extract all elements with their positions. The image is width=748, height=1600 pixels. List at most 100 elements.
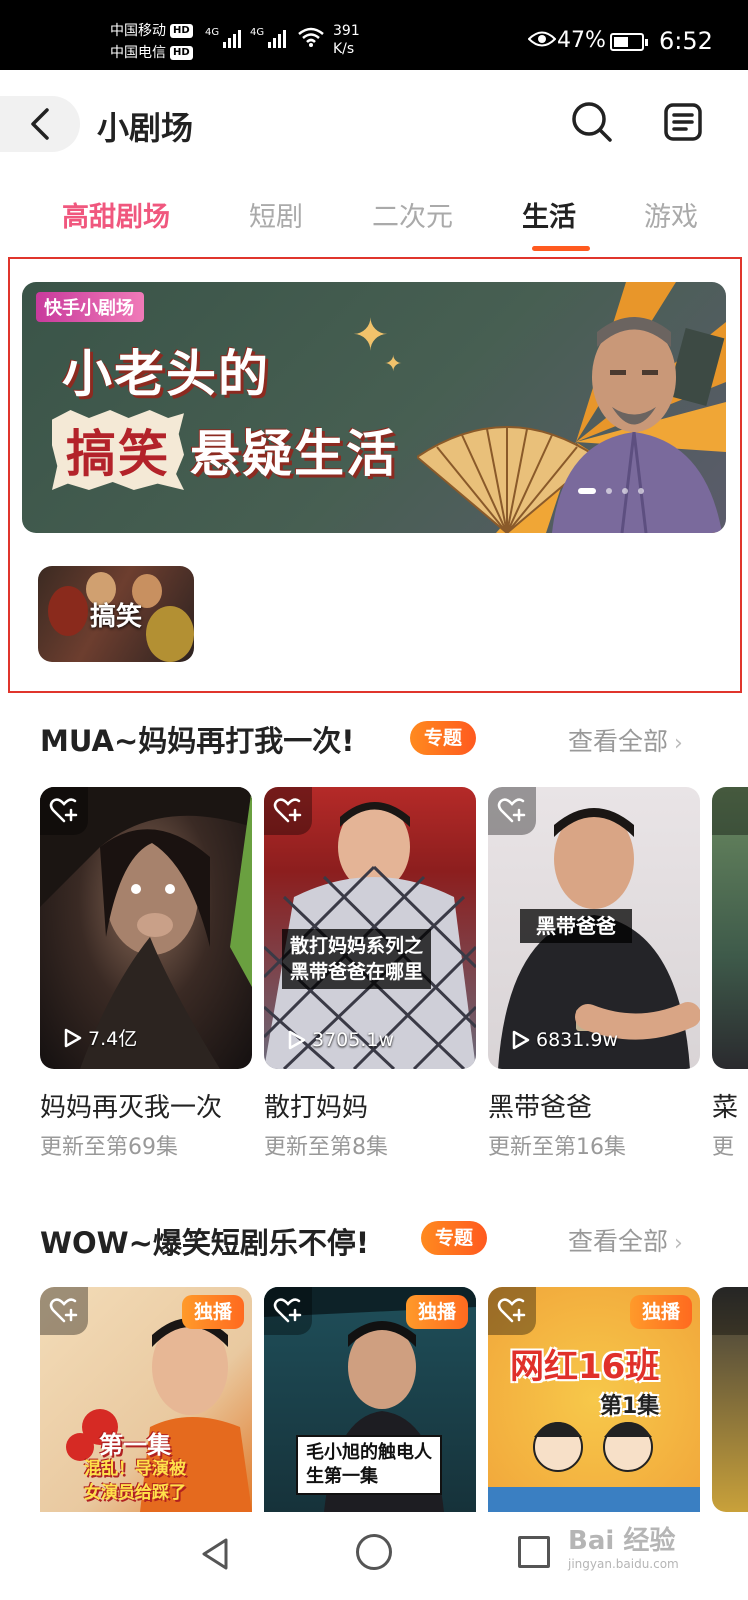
category-tag-card[interactable]: 搞笑 <box>38 566 194 662</box>
drama-card[interactable]: 独播 网红16班 第1集 <box>488 1287 700 1512</box>
favorite-button[interactable] <box>712 787 748 835</box>
favorite-button[interactable] <box>264 1287 312 1335</box>
nav-home-icon[interactable] <box>356 1534 392 1570</box>
play-icon <box>288 1030 306 1050</box>
section-title: MUA~妈妈再打我一次! <box>40 724 355 758</box>
exclusive-badge: 独播 <box>405 1295 468 1329</box>
drama-thumbnail: 独播 第一集 混乱！导演被 女演员给踩了 <box>40 1287 252 1512</box>
drama-card[interactable]: 独播 毛小旭的触电人 生第一集 <box>264 1287 476 1512</box>
heart-plus-icon <box>497 1298 526 1323</box>
banner-carousel[interactable]: 快手小剧场 ✦ ✦ 小老头的 搞笑 悬疑生活 <box>22 282 726 533</box>
see-all-link[interactable]: 查看全部 › <box>568 1222 683 1258</box>
banner-title-line1: 小老头的 <box>62 345 270 403</box>
favorite-button[interactable] <box>712 1287 748 1335</box>
drama-episode-status: 更新至第8集 <box>264 1135 388 1160</box>
carousel-dots <box>578 488 644 494</box>
drama-thumbnail: 散打妈妈系列之 黑带爸爸在哪里 3705.1w <box>264 787 476 1069</box>
thumbnail-caption: 网红16班 第1集 <box>510 1347 660 1419</box>
tab-games[interactable]: 游戏 <box>644 195 698 234</box>
hd-badge: HD <box>170 24 193 38</box>
heart-plus-icon <box>273 1298 302 1323</box>
exclusive-badge: 独播 <box>181 1295 244 1329</box>
battery-icon <box>610 33 648 51</box>
drama-episode-status: 更新至第16集 <box>488 1135 626 1160</box>
tab-short-drama[interactable]: 短剧 <box>249 195 303 234</box>
play-count: 6831.9w <box>512 1029 618 1051</box>
tab-anime[interactable]: 二次元 <box>372 195 453 234</box>
drama-title: 黑带爸爸 <box>488 1093 593 1123</box>
exclusive-badge: 独播 <box>629 1295 692 1329</box>
chevron-right-icon: › <box>674 1231 683 1256</box>
play-icon <box>512 1030 530 1050</box>
heart-plus-icon <box>49 1298 78 1323</box>
thumbnail-caption: 散打妈妈系列之 黑带爸爸在哪里 <box>282 929 432 989</box>
favorite-button[interactable] <box>264 787 312 835</box>
drama-title: 菜 <box>712 1093 739 1123</box>
carrier-1: 中国移动 <box>110 23 166 39</box>
drama-thumbnail: 独播 毛小旭的触电人 生第一集 <box>264 1287 476 1512</box>
net-speed: 391 K/s <box>333 23 360 57</box>
tab-life[interactable]: 生活 <box>522 195 576 234</box>
clock: 6:52 <box>659 27 713 55</box>
watermark: Bai 经验 jingyan.baidu.com <box>568 1526 679 1571</box>
favorite-button[interactable] <box>488 1287 536 1335</box>
favorite-button[interactable] <box>40 1287 88 1335</box>
banner-character-image <box>552 317 722 533</box>
active-tab-indicator <box>532 246 590 251</box>
nav-recent-apps-icon[interactable] <box>518 1536 550 1568</box>
section-title: WOW~爆笑短剧乐不停! <box>40 1226 370 1260</box>
signal-icon: 4G <box>250 26 287 48</box>
status-bar: 中国移动 HD 中国电信 HD 4G 4G 391 K/s 47% 6:52 <box>0 0 748 70</box>
drama-thumbnail <box>712 787 748 1069</box>
heart-plus-icon <box>273 798 302 823</box>
banner-brand-badge: 快手小剧场 <box>36 292 144 322</box>
carrier-info: 中国移动 HD 中国电信 HD <box>110 20 193 64</box>
drama-card[interactable]: 独播 第一集 混乱！导演被 女演员给踩了 <box>40 1287 252 1512</box>
drama-thumbnail: 独播 网红16班 第1集 <box>488 1287 700 1512</box>
heart-plus-icon <box>497 798 526 823</box>
eye-icon <box>528 31 556 47</box>
drama-thumbnail <box>712 1287 748 1512</box>
thumbnail-caption: 毛小旭的触电人 生第一集 <box>296 1435 442 1495</box>
tab-sweet-theater[interactable]: 高甜剧场 <box>62 195 170 234</box>
wifi-icon <box>298 27 324 47</box>
thumbnail-caption: 黑带爸爸 <box>520 909 632 943</box>
app-screen: 中国移动 HD 中国电信 HD 4G 4G 391 K/s 47% 6:52 小… <box>0 0 748 1600</box>
topic-badge: 专题 <box>410 721 477 755</box>
carrier-2: 中国电信 <box>110 45 166 61</box>
hd-badge: HD <box>170 46 193 60</box>
banner-title-burst: 搞笑 <box>52 410 184 490</box>
top-header: 小剧场 <box>0 70 748 175</box>
favorite-button[interactable] <box>40 787 88 835</box>
drama-episode-status: 更 <box>712 1135 735 1160</box>
chevron-left-icon <box>31 108 49 140</box>
sparkle-icon: ✦ <box>384 352 403 377</box>
drama-thumbnail: 7.4亿 <box>40 787 252 1069</box>
chevron-right-icon: › <box>674 731 683 756</box>
drama-card[interactable]: 菜 更 <box>712 787 748 1167</box>
drama-title: 妈妈再灭我一次 <box>40 1093 223 1123</box>
banner-title-text: 悬疑生活 <box>190 425 398 483</box>
favorite-button[interactable] <box>488 787 536 835</box>
play-icon <box>64 1028 82 1047</box>
drama-card[interactable] <box>712 1287 748 1512</box>
heart-plus-icon <box>49 798 78 823</box>
search-icon[interactable] <box>570 100 614 144</box>
list-menu-icon[interactable] <box>663 102 703 142</box>
drama-episode-status: 更新至第69集 <box>40 1135 178 1160</box>
drama-title: 散打妈妈 <box>264 1093 369 1123</box>
battery-percent: 47% <box>557 28 606 53</box>
back-button[interactable] <box>0 96 80 152</box>
category-tabs: 高甜剧场 短剧 二次元 生活 游戏 <box>0 175 748 255</box>
nav-back-icon[interactable] <box>196 1534 236 1574</box>
page-title: 小剧场 <box>97 109 194 147</box>
category-tag-label: 搞笑 <box>89 602 142 632</box>
signal-icon: 4G <box>205 26 242 48</box>
play-count: 7.4亿 <box>64 1024 137 1051</box>
see-all-link[interactable]: 查看全部 › <box>568 722 683 758</box>
drama-thumbnail: 黑带爸爸 6831.9w <box>488 787 700 1069</box>
thumbnail-caption: 第一集 混乱！导演被 女演员给踩了 <box>84 1431 186 1503</box>
topic-badge: 专题 <box>421 1221 488 1255</box>
play-count: 3705.1w <box>288 1029 394 1051</box>
banner-title-line2: 搞笑 悬疑生活 <box>52 410 398 490</box>
